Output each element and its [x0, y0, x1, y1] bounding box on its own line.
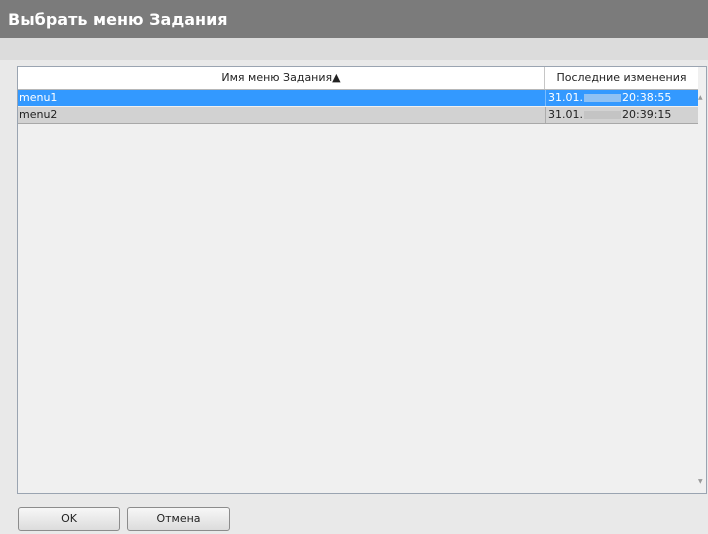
column-header-last-modified[interactable]: Последние изменения — [545, 67, 698, 89]
menu-name-cell: menu2 — [19, 108, 58, 121]
redacted-year — [584, 111, 621, 119]
title-bar: Выбрать меню Задания — [0, 0, 708, 38]
scroll-up-icon[interactable]: ▲ — [698, 95, 703, 101]
last-modified-cell: 31.01. 20:38:55 — [545, 90, 698, 106]
window-title: Выбрать меню Задания — [8, 10, 228, 29]
menu-name-cell: menu1 — [19, 91, 58, 104]
time-text: 20:38:55 — [622, 91, 672, 104]
table-header: Имя меню Задания▲ Последние изменения — [18, 67, 698, 90]
table-row[interactable]: menu2 31.01. 20:39:15 — [18, 107, 698, 124]
table-row[interactable]: menu1 31.01. 20:38:55 — [18, 90, 698, 106]
scroll-down-icon[interactable]: ▼ — [698, 479, 703, 485]
job-menu-list[interactable]: Имя меню Задания▲ Последние изменения me… — [17, 66, 707, 494]
date-text: 31.01. — [548, 91, 583, 104]
last-modified-cell: 31.01. 20:39:15 — [545, 107, 698, 123]
redacted-year — [584, 94, 621, 102]
vertical-scrollbar[interactable]: ▲ ▼ — [696, 67, 706, 493]
date-text: 31.01. — [548, 108, 583, 121]
cancel-button[interactable]: Отмена — [127, 507, 230, 531]
column-header-name[interactable]: Имя меню Задания▲ — [18, 67, 545, 89]
toolbar-strip — [0, 38, 708, 60]
time-text: 20:39:15 — [622, 108, 672, 121]
ok-button[interactable]: OK — [18, 507, 120, 531]
